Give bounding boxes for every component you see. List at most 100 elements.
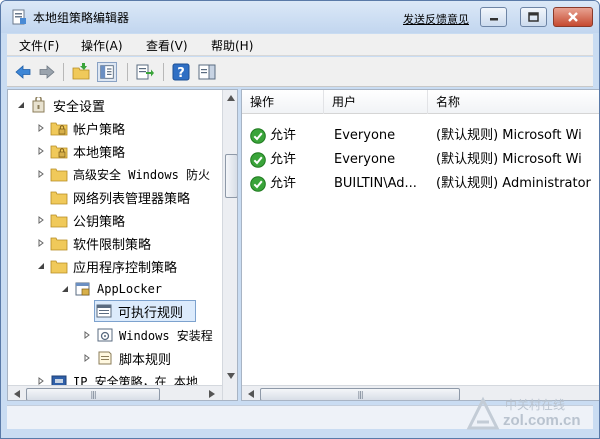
tree-item-label: 高级安全 Windows 防火	[73, 167, 211, 182]
tree-item-windows-installer[interactable]: Windows 安装程	[82, 324, 213, 346]
maximize-icon	[528, 12, 539, 22]
maximize-button[interactable]	[520, 7, 547, 27]
collapsed-triangle-icon[interactable]	[82, 353, 92, 363]
cell-name: (默认规则) Microsoft Wi	[436, 152, 582, 167]
scroll-right-arrow-icon[interactable]	[206, 388, 218, 400]
tree-item-label: 可执行规则	[118, 305, 184, 321]
show-action-pane-icon[interactable]	[197, 62, 217, 82]
column-header-name[interactable]: 名称	[428, 90, 599, 114]
tree-pane[interactable]: 安全设置 帐户策略 本地策略 高级安全 Windows 防火 网络列表管理器策略…	[7, 89, 238, 401]
menu-help[interactable]: 帮助(H)	[211, 37, 253, 54]
allow-check-icon	[250, 176, 266, 192]
tree-item-label: 本地策略	[73, 145, 126, 161]
toolbar-separator	[63, 63, 64, 81]
tree-item-label: 公钥策略	[73, 214, 126, 230]
tree-item-label: 网络列表管理器策略	[73, 191, 191, 207]
menu-view[interactable]: 查看(V)	[146, 37, 188, 54]
show-hide-tree-icon[interactable]	[97, 62, 117, 82]
folder-icon	[50, 168, 68, 182]
column-header-action[interactable]: 操作	[242, 90, 324, 114]
folder-icon	[50, 214, 68, 228]
tree-horizontal-scrollbar[interactable]: |||	[8, 385, 222, 400]
locked-folder-icon	[50, 145, 68, 159]
cell-name: (默认规则) Administrator	[436, 176, 591, 191]
cell-name: (默认规则) Microsoft Wi	[436, 128, 582, 143]
tree-item-label: 脚本规则	[119, 352, 172, 368]
minimize-button[interactable]	[480, 7, 507, 27]
collapsed-triangle-icon[interactable]	[82, 330, 92, 340]
collapsed-triangle-icon[interactable]	[36, 215, 46, 225]
tree-item-applocker[interactable]: AppLocker	[60, 278, 162, 300]
cell-user: Everyone	[334, 128, 396, 143]
tree-item-executable-rules[interactable]: 可执行规则	[94, 300, 196, 322]
scroll-left-arrow-icon[interactable]	[11, 388, 23, 400]
collapsed-triangle-icon[interactable]	[36, 146, 46, 156]
menu-file[interactable]: 文件(F)	[19, 37, 59, 54]
tree-item-network-list[interactable]: 网络列表管理器策略	[50, 186, 190, 208]
security-settings-icon	[32, 97, 45, 113]
table-row[interactable]: 允许 Everyone (默认规则) Microsoft Wi	[242, 124, 599, 148]
allow-check-icon	[250, 128, 266, 144]
tree-item-label: 应用程序控制策略	[73, 260, 178, 276]
collapsed-triangle-icon[interactable]	[36, 123, 46, 133]
close-button[interactable]	[553, 7, 593, 27]
folder-icon	[50, 237, 68, 251]
menu-action[interactable]: 操作(A)	[81, 37, 123, 54]
folder-icon	[50, 260, 68, 274]
cell-action: 允许	[270, 152, 297, 167]
tree-item-firewall[interactable]: 高级安全 Windows 防火	[36, 163, 210, 185]
svg-text:?: ?	[177, 66, 185, 81]
folder-icon	[50, 191, 68, 205]
scroll-left-arrow-icon[interactable]	[245, 388, 257, 400]
cell-user: Everyone	[334, 152, 396, 167]
up-folder-icon[interactable]	[71, 62, 91, 82]
close-icon	[568, 12, 578, 22]
collapsed-triangle-icon[interactable]	[36, 169, 46, 179]
tree-item-script-rules[interactable]: 脚本规则	[82, 347, 171, 369]
watermark-en-text: zol.com.cn	[503, 412, 581, 429]
scroll-down-arrow-icon[interactable]	[225, 370, 237, 382]
tree-item-local-policy[interactable]: 本地策略	[36, 140, 125, 162]
tree-item-account-policy[interactable]: 帐户策略	[36, 117, 125, 139]
tree-item-software-restriction[interactable]: 软件限制策略	[36, 232, 151, 254]
help-icon[interactable]: ?	[171, 62, 191, 82]
cell-action: 允许	[270, 176, 297, 191]
export-list-icon[interactable]	[135, 62, 155, 82]
tree-item-public-key[interactable]: 公钥策略	[36, 209, 125, 231]
window-title: 本地组策略编辑器	[33, 11, 130, 25]
toolbar: ?	[7, 57, 593, 87]
allow-check-icon	[250, 152, 266, 168]
toolbar-separator	[127, 63, 128, 81]
expanded-triangle-icon[interactable]	[60, 284, 70, 294]
table-row[interactable]: 允许 Everyone (默认规则) Microsoft Wi	[242, 148, 599, 172]
feedback-link[interactable]: 发送反馈意见	[403, 11, 469, 27]
tree-vertical-scroll-thumb[interactable]	[225, 154, 237, 198]
expanded-triangle-icon[interactable]	[36, 261, 46, 271]
tree-item-security-settings[interactable]: 安全设置	[16, 94, 105, 116]
collapsed-triangle-icon[interactable]	[36, 238, 46, 248]
cell-action: 允许	[270, 128, 297, 143]
menu-bar: 文件(F) 操作(A) 查看(V) 帮助(H)	[7, 34, 593, 56]
script-icon	[98, 351, 112, 365]
tree-horizontal-scroll-thumb[interactable]: |||	[26, 388, 160, 400]
column-header-user[interactable]: 用户	[324, 90, 428, 114]
scroll-up-arrow-icon[interactable]	[225, 92, 237, 104]
rules-list-pane[interactable]: 操作 用户 名称 允许 Everyone (默认规则) Microsoft Wi…	[241, 89, 599, 401]
expanded-triangle-icon[interactable]	[16, 100, 26, 110]
tree-item-app-control[interactable]: 应用程序控制策略	[36, 255, 177, 277]
tree-vertical-scrollbar[interactable]	[222, 90, 237, 400]
list-horizontal-scroll-thumb[interactable]: |||	[260, 388, 460, 400]
title-bar[interactable]: 本地组策略编辑器 发送反馈意见	[1, 1, 599, 33]
tree-item-label: 软件限制策略	[73, 237, 152, 253]
list-header: 操作 用户 名称	[242, 90, 599, 114]
forward-arrow-icon[interactable]	[37, 62, 57, 82]
tree-item-label: AppLocker	[97, 282, 163, 296]
watermark-cn-text: 中关村在线	[505, 398, 566, 412]
installer-icon	[97, 328, 113, 342]
tree-item-label: 安全设置	[53, 99, 106, 115]
locked-folder-icon	[50, 122, 68, 136]
table-row[interactable]: 允许 BUILTIN\Ad... (默认规则) Administrator	[242, 172, 599, 196]
tree-item-label: 帐户策略	[73, 122, 126, 138]
back-arrow-icon[interactable]	[13, 62, 33, 82]
policy-editor-icon	[12, 9, 26, 25]
